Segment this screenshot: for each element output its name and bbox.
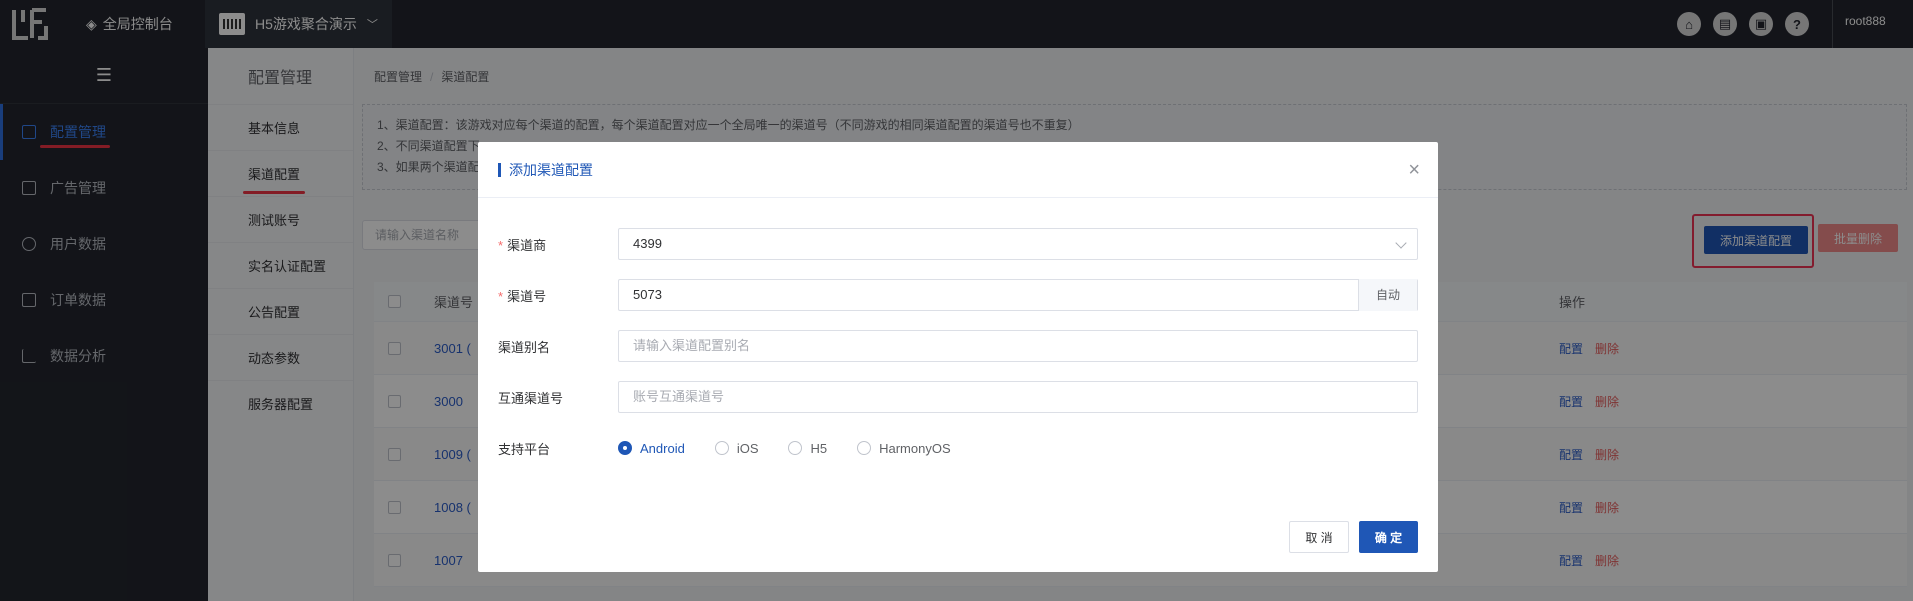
close-icon[interactable]: × [1408, 160, 1420, 180]
auto-generate-button[interactable]: 自动 [1358, 279, 1417, 311]
vendor-select-value: 4399 [633, 236, 662, 251]
alias-label: 渠道别名 [498, 339, 551, 355]
radio-dot [618, 441, 632, 455]
form-row-alias: 渠道别名 请输入渠道配置别名 [498, 330, 1418, 362]
confirm-button[interactable]: 确 定 [1359, 521, 1418, 553]
cancel-button[interactable]: 取 消 [1289, 521, 1349, 553]
radio-h5[interactable]: H5 [788, 441, 827, 456]
channel-no-input[interactable]: 5073 自动 [618, 279, 1418, 311]
radio-dot [857, 441, 872, 455]
vendor-select[interactable]: 4399 [618, 228, 1418, 260]
alias-input[interactable]: 请输入渠道配置别名 [618, 330, 1418, 362]
dialog-header: 添加渠道配置 × [478, 142, 1438, 198]
vendor-label: * 渠道商 [498, 237, 547, 253]
platform-radio-group: Android iOS H5 HarmonyOS [618, 441, 951, 456]
radio-android[interactable]: Android [618, 441, 685, 456]
interop-channel-input[interactable]: 账号互通渠道号 [618, 381, 1418, 413]
radio-dot [714, 441, 729, 455]
radio-ios[interactable]: iOS [714, 441, 758, 456]
platform-label: 支持平台 [498, 441, 551, 457]
channel-no-value: 5073 [633, 287, 662, 302]
form-row-interop: 互通渠道号 账号互通渠道号 [498, 381, 1418, 413]
form-row-vendor: * 渠道商 4399 [498, 228, 1418, 260]
form-row-channel-no: * 渠道号 5073 自动 [498, 279, 1418, 311]
add-channel-dialog: 添加渠道配置 × * 渠道商 4399 * 渠道号 5073 自动 渠道别名 请输入… [478, 142, 1438, 572]
form-row-platform: 支持平台 Android iOS H5 HarmonyOS [498, 432, 1418, 464]
channel-no-label: * 渠道号 [498, 288, 547, 304]
dialog-title: 添加渠道配置 [498, 162, 593, 177]
radio-dot [788, 441, 803, 455]
interop-label: 互通渠道号 [498, 390, 564, 406]
chevron-down-icon [1395, 237, 1407, 249]
radio-harmonyos[interactable]: HarmonyOS [857, 441, 951, 456]
